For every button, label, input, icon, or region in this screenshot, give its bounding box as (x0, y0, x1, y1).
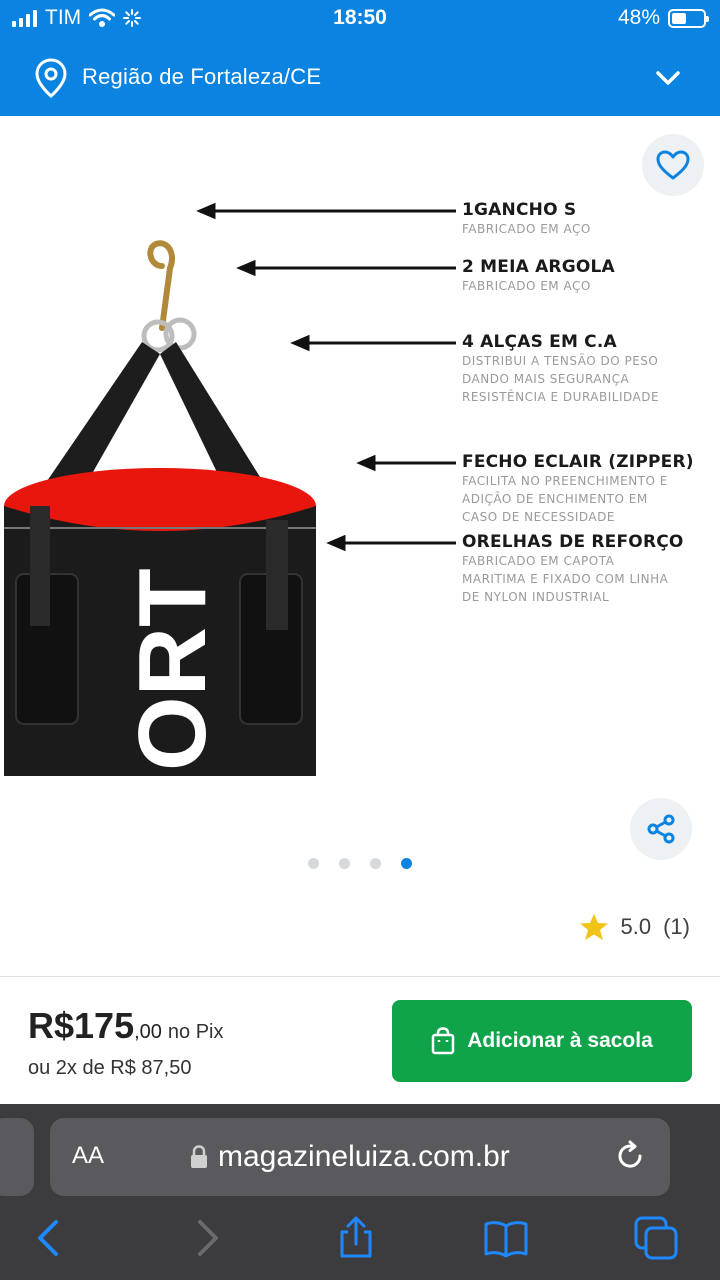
annotation-desc: FACILITA NO PREENCHIMENTO E (462, 474, 668, 488)
annotation-desc: DE NYLON INDUSTRIAL (462, 590, 610, 604)
location-selector[interactable]: Região de Fortaleza/CE (0, 50, 720, 106)
reader-options-button[interactable]: AA (72, 1142, 104, 1170)
carousel-dot[interactable] (308, 858, 319, 869)
share-icon (647, 814, 675, 844)
price: R$175,00 no Pix (28, 1005, 224, 1047)
add-to-bag-label: Adicionar à sacola (467, 1029, 653, 1052)
address-bar[interactable]: AA magazineluiza.com.br (50, 1118, 670, 1196)
annotation-title: 2 MEIA ARGOLA (462, 257, 615, 277)
rating-value: 5.0 (620, 914, 652, 939)
rating-count: (1) (663, 914, 690, 939)
annotation-desc: FABRICADO EM AÇO (462, 279, 591, 293)
carousel-dot[interactable] (401, 858, 412, 869)
annotation-title: 1GANCHO S (462, 200, 577, 220)
annotation-rings: 2 MEIA ARGOLA FABRICADO EM AÇO (462, 257, 615, 295)
carousel-dot[interactable] (339, 858, 350, 869)
add-to-bag-button[interactable]: Adicionar à sacola (392, 1000, 692, 1082)
annotation-ears: ORELHAS DE REFORÇO FABRICADO EM CAPOTA M… (462, 532, 684, 606)
heart-icon (656, 150, 690, 180)
annotation-hook: 1GANCHO S FABRICADO EM AÇO (462, 200, 591, 238)
lock-icon (191, 1145, 207, 1168)
tabs-icon[interactable] (634, 1216, 678, 1260)
location-label: Região de Fortaleza/CE (82, 64, 322, 89)
reload-icon[interactable] (612, 1138, 648, 1174)
annotation-zipper: FECHO ECLAIR (ZIPPER) FACILITA NO PREENC… (462, 452, 694, 526)
screen: TIM 18:50 48% Região de Fortaleza/CE ORT… (0, 0, 720, 1280)
annotation-straps: 4 ALÇAS EM C.A DISTRIBUI A TENSÃO DO PES… (462, 332, 659, 406)
browser-toolbar: AA magazineluiza.com.br (0, 1104, 720, 1280)
annotation-desc: DANDO MAIS SEGURANÇA (462, 372, 630, 386)
bookmarks-icon[interactable] (484, 1216, 528, 1260)
annotation-desc: CASO DE NECESSIDADE (462, 510, 615, 524)
url-text: magazineluiza.com.br (218, 1140, 510, 1173)
forward-icon[interactable] (184, 1216, 228, 1260)
previous-tab-preview[interactable] (0, 1118, 34, 1196)
annotation-desc: RESISTÊNCIA E DURABILIDADE (462, 390, 660, 404)
shopping-bag-icon (431, 1027, 455, 1055)
share-button[interactable] (630, 798, 692, 860)
annotation-title: 4 ALÇAS EM C.A (462, 332, 617, 352)
back-icon[interactable] (28, 1216, 72, 1260)
bag-brand-text: ORT (119, 568, 226, 771)
carousel-dot[interactable] (370, 858, 381, 869)
pix-label: no Pix (167, 1021, 224, 1043)
favorite-button[interactable] (642, 134, 704, 196)
annotation-desc: DISTRIBUI A TENSÃO DO PESO (462, 354, 659, 368)
product-gallery[interactable]: ORT 1GANCHO S FABRICADO EM AÇO 2 MEIA AR… (0, 116, 720, 976)
price-integer: R$175 (28, 1005, 135, 1046)
annotation-desc: FABRICADO EM CAPOTA (462, 554, 615, 568)
top-header: TIM 18:50 48% Região de Fortaleza/CE (0, 0, 720, 116)
annotation-desc: MARITIMA E FIXADO COM LINHA (462, 572, 669, 586)
price-cents: ,00 (134, 1021, 162, 1043)
chevron-down-icon[interactable] (654, 64, 682, 92)
purchase-bar: R$175,00 no Pix ou 2x de R$ 87,50 Adicion… (0, 976, 720, 1104)
url-display[interactable]: magazineluiza.com.br (190, 1140, 510, 1174)
status-bar: TIM 18:50 48% (0, 0, 720, 38)
location-pin-icon (35, 58, 67, 98)
annotation-title: ORELHAS DE REFORÇO (462, 532, 684, 552)
aa-label: AA (72, 1142, 105, 1169)
star-icon (579, 914, 608, 940)
product-rating[interactable]: 5.0 (1) (579, 912, 690, 942)
installment-text: ou 2x de R$ 87,50 (28, 1057, 192, 1079)
battery-fill (672, 12, 687, 24)
clock: 18:50 (333, 6, 387, 29)
status-right: 48% (617, 6, 709, 30)
battery-icon (668, 8, 709, 28)
annotation-title: FECHO ECLAIR (ZIPPER) (462, 452, 694, 472)
annotation-desc: FABRICADO EM AÇO (462, 222, 591, 236)
browser-nav (0, 1216, 720, 1276)
battery-percent: 48% (617, 6, 660, 29)
annotation-desc: ADIÇÃO DE ENCHIMENTO EM (462, 492, 648, 506)
share-sheet-icon[interactable] (334, 1216, 378, 1260)
carousel-indicator[interactable] (0, 858, 720, 869)
